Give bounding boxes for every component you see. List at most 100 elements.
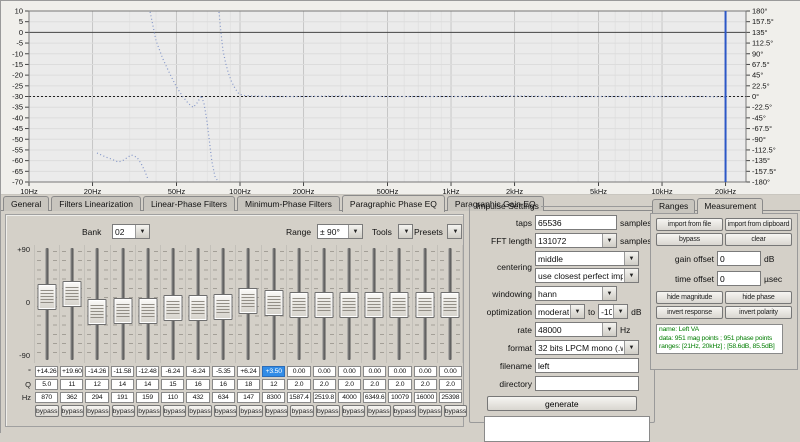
slider-thumb[interactable] <box>163 295 182 321</box>
tab-minimum-phase-filters[interactable]: Minimum-Phase Filters <box>237 196 340 211</box>
invert-response-button[interactable]: invert response <box>656 306 723 319</box>
band-q-value[interactable]: 2.0 <box>388 379 411 390</box>
band-hz-value[interactable]: 159 <box>136 392 159 403</box>
bypass-button[interactable]: bypass <box>367 405 391 417</box>
band-gain-value[interactable]: +6.24 <box>237 366 260 377</box>
band-gain-value[interactable]: -14.26 <box>85 366 108 377</box>
slider-thumb[interactable] <box>390 292 409 318</box>
bypass-button[interactable]: bypass <box>35 405 59 417</box>
slider-thumb[interactable] <box>88 299 107 325</box>
phase-eq-slider[interactable] <box>111 245 136 363</box>
taps-input[interactable] <box>535 215 617 230</box>
phase-eq-slider[interactable] <box>262 245 287 363</box>
band-q-value[interactable]: 2.0 <box>363 379 386 390</box>
tab-general[interactable]: General <box>3 196 49 211</box>
bypass-button[interactable]: bypass <box>112 405 136 417</box>
phase-eq-slider[interactable] <box>161 245 186 363</box>
band-q-value[interactable]: 2.0 <box>338 379 361 390</box>
bypass-button[interactable]: bypass <box>86 405 110 417</box>
bypass-button[interactable]: bypass <box>265 405 289 417</box>
slider-thumb[interactable] <box>38 284 57 310</box>
slider-thumb[interactable] <box>138 298 157 324</box>
band-gain-value[interactable]: 0.00 <box>313 366 336 377</box>
tab-measurement[interactable]: Measurement <box>697 198 763 214</box>
band-hz-value[interactable]: 147 <box>237 392 260 403</box>
band-gain-value[interactable]: 0.00 <box>287 366 310 377</box>
phase-eq-slider[interactable] <box>337 245 362 363</box>
band-q-value[interactable]: 16 <box>212 379 235 390</box>
phase-eq-slider[interactable] <box>387 245 412 363</box>
range-select[interactable]: ± 90°▼ <box>317 224 363 239</box>
band-gain-value[interactable]: -12.48 <box>136 366 159 377</box>
band-gain-value[interactable]: -5.35 <box>212 366 235 377</box>
slider-thumb[interactable] <box>214 294 233 320</box>
band-hz-value[interactable]: 110 <box>161 392 184 403</box>
bypass-button[interactable]: bypass <box>342 405 366 417</box>
band-q-value[interactable]: 11 <box>60 379 83 390</box>
band-gain-value[interactable]: -6.24 <box>186 366 209 377</box>
hide-magnitude-button[interactable]: hide magnitude <box>656 291 723 304</box>
optimization-db-select[interactable]: -100▼ <box>598 304 628 319</box>
band-hz-value[interactable]: 191 <box>111 392 134 403</box>
band-q-value[interactable]: 2.0 <box>414 379 437 390</box>
band-q-value[interactable]: 2.0 <box>313 379 336 390</box>
band-hz-value[interactable]: 6349.6 <box>363 392 386 403</box>
band-gain-value[interactable]: -11.58 <box>111 366 134 377</box>
band-q-value[interactable]: 5.0 <box>35 379 58 390</box>
slider-thumb[interactable] <box>440 292 459 318</box>
slider-thumb[interactable] <box>289 292 308 318</box>
directory-input[interactable] <box>535 376 639 391</box>
time-offset-input[interactable] <box>717 271 761 286</box>
phase-eq-slider[interactable] <box>287 245 312 363</box>
bypass-button[interactable]: bypass <box>214 405 238 417</box>
import-from-file-button[interactable]: import from file <box>656 218 723 231</box>
band-hz-value[interactable]: 8300 <box>262 392 285 403</box>
bypass-button[interactable]: bypass <box>444 405 468 417</box>
windowing-select[interactable]: hann▼ <box>535 286 617 301</box>
import-from-clipboard-button[interactable]: import from clipboard <box>725 218 792 231</box>
band-q-value[interactable]: 12 <box>85 379 108 390</box>
band-hz-value[interactable]: 4000 <box>338 392 361 403</box>
slider-thumb[interactable] <box>264 290 283 316</box>
band-hz-value[interactable]: 294 <box>85 392 108 403</box>
bypass-button[interactable]: bypass <box>61 405 85 417</box>
band-hz-value[interactable]: 634 <box>212 392 235 403</box>
slider-thumb[interactable] <box>113 298 132 324</box>
hide-phase-button[interactable]: hide phase <box>725 291 792 304</box>
slider-thumb[interactable] <box>63 281 82 307</box>
band-gain-value[interactable]: -6.24 <box>161 366 184 377</box>
phase-eq-slider[interactable] <box>362 245 387 363</box>
band-hz-value[interactable]: 25398 <box>439 392 462 403</box>
bypass-button[interactable]: bypass <box>656 233 723 246</box>
band-gain-value[interactable]: 0.00 <box>439 366 462 377</box>
band-q-value[interactable]: 18 <box>237 379 260 390</box>
presets-select[interactable]: ▼ <box>447 224 462 239</box>
bypass-button[interactable]: bypass <box>290 405 314 417</box>
phase-eq-slider[interactable] <box>413 245 438 363</box>
band-gain-value[interactable]: +3.50 <box>262 366 285 377</box>
invert-polarity-button[interactable]: invert polarity <box>725 306 792 319</box>
bypass-button[interactable]: bypass <box>163 405 187 417</box>
band-gain-value[interactable]: +19.60 <box>60 366 83 377</box>
band-gain-value[interactable]: +14.26 <box>35 366 58 377</box>
phase-eq-slider[interactable] <box>438 245 463 363</box>
band-gain-value[interactable]: 0.00 <box>414 366 437 377</box>
phase-eq-slider[interactable] <box>136 245 161 363</box>
bypass-button[interactable]: bypass <box>188 405 212 417</box>
phase-eq-slider[interactable] <box>34 245 60 363</box>
band-hz-value[interactable]: 10079 <box>388 392 411 403</box>
slider-thumb[interactable] <box>189 295 208 321</box>
phase-eq-slider[interactable] <box>236 245 261 363</box>
bypass-button[interactable]: bypass <box>316 405 340 417</box>
slider-thumb[interactable] <box>415 292 434 318</box>
band-gain-value[interactable]: 0.00 <box>363 366 386 377</box>
slider-thumb[interactable] <box>340 292 359 318</box>
gain-offset-input[interactable] <box>717 251 761 266</box>
band-q-value[interactable]: 14 <box>111 379 134 390</box>
bank-select[interactable]: 02▼ <box>112 224 150 239</box>
band-q-value[interactable]: 2.0 <box>287 379 310 390</box>
band-q-value[interactable]: 16 <box>186 379 209 390</box>
phase-eq-slider[interactable] <box>211 245 236 363</box>
band-hz-value[interactable]: 1587.4 <box>287 392 310 403</box>
centering-mode-select[interactable]: use closest perfect impulse▼ <box>535 268 639 283</box>
